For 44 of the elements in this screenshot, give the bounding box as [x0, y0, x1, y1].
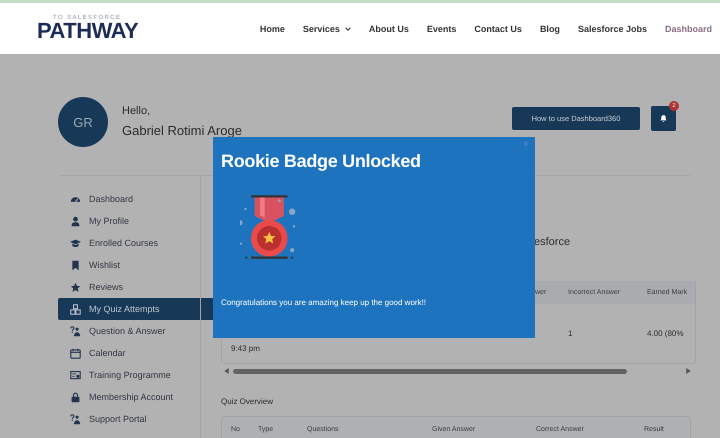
- sidebar-item[interactable]: Dashboard: [58, 188, 217, 210]
- user-name: Gabriel Rotimi Aroge: [122, 122, 242, 138]
- question-person-icon: [70, 326, 81, 336]
- section-title: Quiz Overview: [221, 397, 274, 406]
- scrollbar-thumb[interactable]: [233, 368, 627, 374]
- graduation-cap-icon: [70, 238, 81, 248]
- nav-link[interactable]: Home: [260, 24, 285, 34]
- nav-link[interactable]: Salesforce Jobs: [578, 24, 647, 34]
- table-cell-text: 4.00 (80%: [647, 329, 684, 338]
- nav-link[interactable]: Contact Us: [474, 24, 522, 34]
- screen-icon: [70, 370, 81, 380]
- nav-link[interactable]: Dashboard: [664, 24, 712, 34]
- dialog-title: Rookie Badge Unlocked: [221, 151, 422, 172]
- table-cell-text: 9:43 pm: [231, 344, 261, 353]
- table-cell-text: 1: [568, 329, 574, 338]
- question-person-icon: [70, 414, 81, 424]
- section-heading: esforce: [534, 236, 572, 248]
- notifications-button[interactable]: [651, 106, 676, 131]
- sidebar-item[interactable]: Training Programme: [58, 364, 217, 386]
- blocks-icon: [70, 304, 81, 314]
- sidebar-item[interactable]: Support Portal: [58, 408, 217, 430]
- greeting-text: Hello,: [122, 104, 152, 116]
- scroll-left-icon[interactable]: [224, 368, 229, 374]
- avatar: GR: [58, 97, 108, 147]
- logo-wordmark[interactable]: PATHWAY: [37, 20, 138, 42]
- bookmark-icon: [70, 260, 81, 270]
- nav-link[interactable]: Events: [426, 24, 456, 34]
- nav-link[interactable]: Blog: [540, 24, 560, 34]
- sidebar-item[interactable]: Wishlist: [58, 254, 217, 276]
- bell-icon: [659, 114, 668, 123]
- sidebar-item[interactable]: My Profile: [58, 210, 217, 232]
- sidebar-item[interactable]: Question & Answer: [58, 320, 217, 342]
- scroll-right-icon[interactable]: [686, 368, 691, 374]
- calendar-icon: [70, 348, 81, 358]
- sidebar-item[interactable]: Reviews: [58, 276, 217, 298]
- dialog-message: Congratulations you are amazing keep up the good work!!: [221, 298, 428, 307]
- person-icon: [70, 216, 81, 226]
- nav-link[interactable]: Services: [302, 24, 351, 34]
- sidebar-item[interactable]: Enrolled Courses: [58, 232, 217, 254]
- sidebar-item[interactable]: Calendar: [58, 342, 217, 364]
- nav-link[interactable]: About Us: [368, 24, 409, 34]
- lock-icon: [70, 392, 81, 402]
- sidebar-item[interactable]: Membership Account: [58, 386, 217, 408]
- star-icon: [70, 282, 81, 292]
